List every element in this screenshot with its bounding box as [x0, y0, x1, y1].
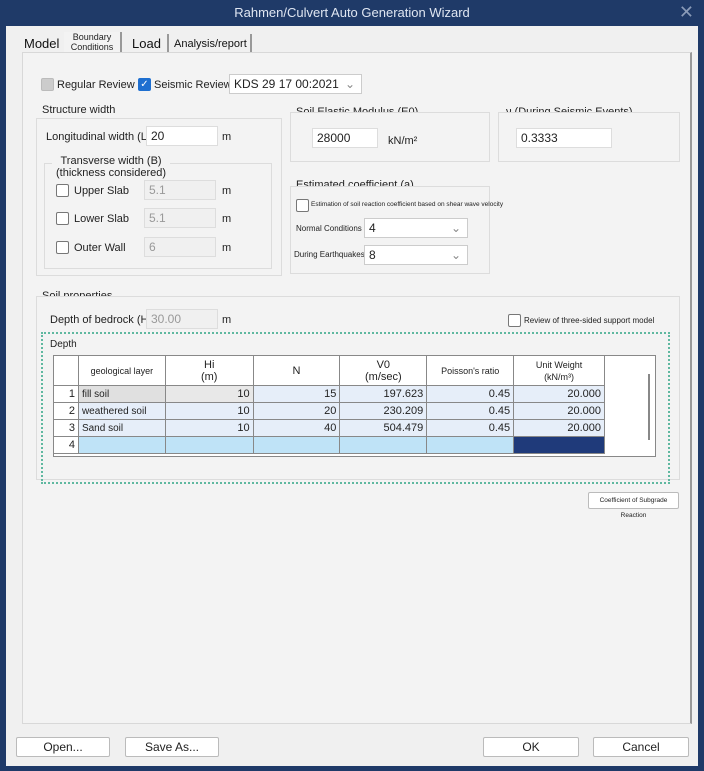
tab-boundary-conditions[interactable]: Boundary Conditions — [64, 32, 122, 54]
row-number: 4 — [54, 437, 79, 454]
outer-wall-checkbox[interactable] — [56, 241, 69, 254]
bedrock-input[interactable]: 30.00 — [146, 309, 218, 329]
shear-wave-label: Estimation of soil reaction coefficient … — [311, 201, 503, 208]
cell-layer[interactable]: weathered soil — [78, 403, 165, 420]
header-hi: Hi (m) — [165, 356, 253, 386]
standard-value: KDS 29 17 00:2021 — [234, 77, 339, 91]
header-v0: V0 (m/sec) — [340, 356, 427, 386]
corner-cell — [54, 356, 79, 386]
eq-value: 8 — [369, 248, 376, 262]
chevron-down-icon: ⌄ — [345, 75, 355, 93]
structure-width-title: Structure width — [42, 104, 115, 116]
unit-label: m — [222, 185, 231, 197]
cell-poisson[interactable]: 0.45 — [427, 420, 514, 437]
cell-layer[interactable]: fill soil — [78, 386, 165, 403]
cell-n[interactable]: 15 — [253, 386, 340, 403]
ok-button[interactable]: OK — [483, 737, 579, 757]
header-layer: geological layer — [78, 356, 165, 386]
normal-value: 4 — [369, 221, 376, 235]
unit-label: m — [222, 131, 231, 143]
table-row[interactable]: 3 Sand soil 10 40 504.479 0.45 20.000 — [54, 420, 605, 437]
close-icon[interactable]: ✕ — [679, 2, 694, 23]
cell-hi[interactable]: 10 — [165, 403, 253, 420]
cell-v0[interactable]: 504.479 — [340, 420, 427, 437]
header-poisson: Poisson's ratio — [427, 356, 514, 386]
soil-modulus-unit: kN/m² — [388, 135, 417, 147]
outer-wall-input[interactable]: 6 — [144, 237, 216, 257]
unit-label: m — [222, 242, 231, 254]
cell-hi[interactable]: 10 — [165, 386, 253, 403]
cell-layer[interactable] — [78, 437, 165, 454]
cell-n[interactable] — [253, 437, 340, 454]
cell-unit-weight[interactable]: 20.000 — [514, 403, 605, 420]
header-n: N — [253, 356, 340, 386]
three-sided-checkbox[interactable] — [508, 314, 521, 327]
table-row-new[interactable]: 4 — [54, 437, 605, 454]
cell-unit-weight[interactable]: 20.000 — [514, 386, 605, 403]
lower-slab-checkbox[interactable] — [56, 212, 69, 225]
upper-slab-checkbox[interactable] — [56, 184, 69, 197]
regular-review-label: Regular Review — [57, 79, 135, 91]
cell-unit-weight-selected[interactable] — [514, 437, 605, 454]
cell-v0[interactable]: 230.209 — [340, 403, 427, 420]
cell-n[interactable]: 40 — [253, 420, 340, 437]
table-row[interactable]: 2 weathered soil 10 20 230.209 0.45 20.0… — [54, 403, 605, 420]
seismic-review-label: Seismic Review — [154, 79, 232, 91]
cancel-button[interactable]: Cancel — [593, 737, 689, 757]
cell-poisson[interactable] — [427, 437, 514, 454]
longitudinal-width-label: Longitudinal width (L) — [46, 131, 151, 143]
bedrock-label: Depth of bedrock (H) — [50, 314, 152, 326]
save-as-button[interactable]: Save As... — [125, 737, 219, 757]
tab-load[interactable]: Load — [132, 34, 169, 54]
three-sided-label: Review of three-sided support model — [524, 316, 654, 325]
tab-model[interactable]: Model — [24, 34, 59, 54]
title-bar: Rahmen/Culvert Auto Generation Wizard — [0, 0, 704, 26]
cell-hi[interactable] — [165, 437, 253, 454]
unit-label: m — [222, 213, 231, 225]
longitudinal-width-input[interactable]: 20 — [146, 126, 218, 146]
standard-select[interactable]: KDS 29 17 00:2021 ⌄ — [229, 74, 362, 94]
poisson-input[interactable]: 0.3333 — [516, 128, 612, 148]
outer-wall-label: Outer Wall — [74, 242, 126, 254]
subgrade-reaction-button[interactable]: Coefficient of Subgrade Reaction — [588, 492, 679, 509]
regular-review-checkbox[interactable] — [41, 78, 54, 91]
seismic-review-checkbox[interactable]: ✓ — [138, 78, 151, 91]
table-row[interactable]: 1 fill soil 10 15 197.623 0.45 20.000 — [54, 386, 605, 403]
transverse-width-title: Transverse width (B) (thickness consider… — [52, 155, 170, 179]
row-number: 3 — [54, 420, 79, 437]
cell-v0[interactable] — [340, 437, 427, 454]
normal-conditions-select[interactable]: 4⌄ — [364, 218, 468, 238]
cell-n[interactable]: 20 — [253, 403, 340, 420]
during-earthquakes-label: During Earthquakes — [294, 250, 365, 259]
soil-modulus-input[interactable]: 28000 — [312, 128, 378, 148]
tab-analysis-report[interactable]: Analysis/report — [174, 34, 252, 54]
chevron-down-icon: ⌄ — [451, 219, 461, 237]
lower-slab-label: Lower Slab — [74, 213, 129, 225]
open-button[interactable]: Open... — [16, 737, 110, 757]
table-scrollbar[interactable] — [648, 374, 650, 440]
upper-slab-input[interactable]: 5.1 — [144, 180, 216, 200]
lower-slab-input[interactable]: 5.1 — [144, 208, 216, 228]
soil-table: geological layer Hi (m) N V0 (m/sec) Poi… — [53, 355, 605, 454]
shear-wave-checkbox[interactable] — [296, 199, 309, 212]
unit-label: m — [222, 314, 231, 326]
cell-unit-weight[interactable]: 20.000 — [514, 420, 605, 437]
normal-conditions-label: Normal Conditions — [296, 224, 362, 233]
depth-label: Depth — [50, 339, 77, 350]
cell-v0[interactable]: 197.623 — [340, 386, 427, 403]
row-number: 1 — [54, 386, 79, 403]
cell-hi[interactable]: 10 — [165, 420, 253, 437]
row-number: 2 — [54, 403, 79, 420]
header-unit-weight: Unit Weight (kN/m³) — [514, 356, 605, 386]
upper-slab-label: Upper Slab — [74, 185, 129, 197]
chevron-down-icon: ⌄ — [451, 246, 461, 264]
during-earthquakes-select[interactable]: 8⌄ — [364, 245, 468, 265]
cell-poisson[interactable]: 0.45 — [427, 403, 514, 420]
cell-layer[interactable]: Sand soil — [78, 420, 165, 437]
cell-poisson[interactable]: 0.45 — [427, 386, 514, 403]
table-header-row: geological layer Hi (m) N V0 (m/sec) Poi… — [54, 356, 605, 386]
